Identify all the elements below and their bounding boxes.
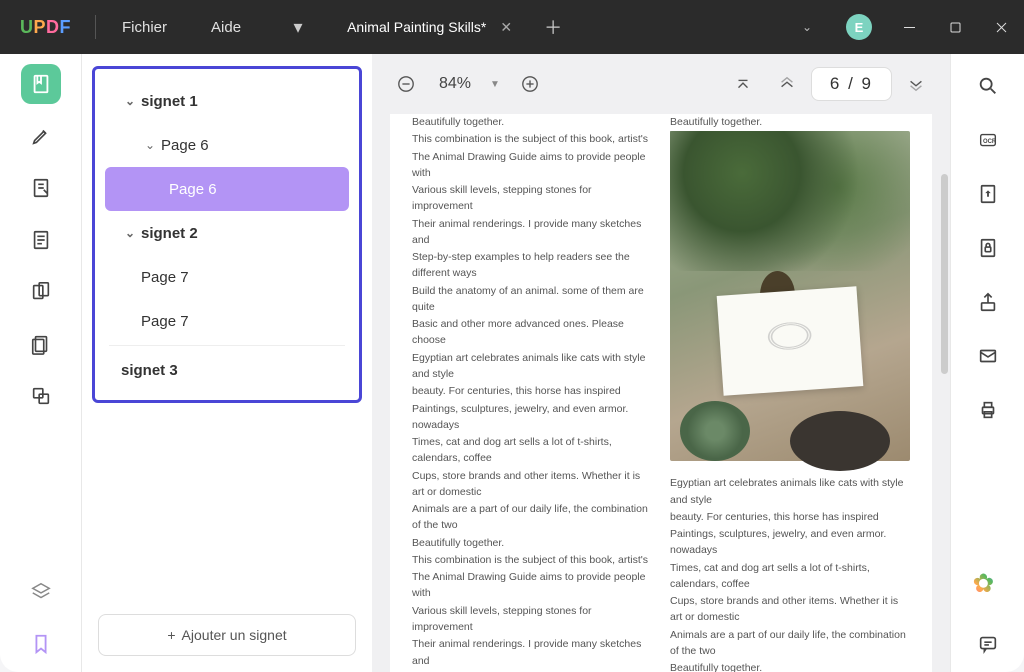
zoom-value[interactable]: 84% [430,75,480,93]
document-viewport: 84% ▼ 6 / 9 Beautifully together.This co… [372,54,950,672]
chevron-down-icon[interactable]: ⌄ [121,94,139,108]
view-toolbar: 84% ▼ 6 / 9 [372,54,950,114]
updf-flower-icon[interactable] [973,568,1003,598]
tab-title: Animal Painting Skills* [347,19,486,35]
scrollbar[interactable] [941,174,948,374]
zoom-dropdown-icon[interactable]: ▼ [484,79,506,90]
highlighter-icon[interactable] [21,116,61,156]
comment-icon[interactable] [970,626,1006,662]
search-icon[interactable] [970,68,1006,104]
zoom-out-button[interactable] [386,64,426,104]
bookmarks-panel-icon[interactable] [21,64,61,104]
zoom-in-button[interactable] [510,64,550,104]
protect-icon[interactable] [970,230,1006,266]
first-page-button[interactable] [723,64,763,104]
minimize-button[interactable] [886,0,932,54]
divider [109,345,345,346]
titlebar: UPDF Fichier Aide ▾ Animal Painting Skil… [0,0,1024,54]
add-bookmark-button[interactable]: +Ajouter un signet [98,614,356,656]
share-icon[interactable] [970,284,1006,320]
bookmark-signet-3[interactable]: signet 3 [99,348,355,392]
close-window-button[interactable] [978,0,1024,54]
next-page-button[interactable] [896,64,936,104]
edit-page-icon[interactable] [21,168,61,208]
svg-text:OCR: OCR [982,139,996,145]
embedded-photo [670,131,910,461]
tab-active[interactable]: Animal Painting Skills* ✕ [325,0,526,54]
ocr-icon[interactable]: OCR [970,122,1006,158]
tab-prev-placeholder[interactable]: ▾ [271,0,325,54]
menu-file[interactable]: Fichier [100,0,189,54]
bookmarks-sidebar: ⌄signet 1 ⌄Page 6 Page 6 ⌄signet 2 Page … [82,54,372,672]
tab-overflow-icon[interactable]: ⌄ [782,20,832,34]
layers-icon[interactable] [21,572,61,612]
divider [95,15,96,39]
bookmark-signet-2[interactable]: ⌄signet 2 [99,211,355,255]
crop-icon[interactable] [21,324,61,364]
right-tool-rail: OCR [950,54,1024,672]
left-tool-rail [0,54,82,672]
form-icon[interactable] [21,220,61,260]
bookmark-ribbon-icon[interactable] [21,624,61,664]
bookmark-signet-1[interactable]: ⌄signet 1 [99,79,355,123]
bookmark-tree: ⌄signet 1 ⌄Page 6 Page 6 ⌄signet 2 Page … [92,66,362,403]
maximize-button[interactable] [932,0,978,54]
compare-icon[interactable] [21,376,61,416]
bookmark-page-7b[interactable]: Page 7 [99,299,355,343]
bookmark-page-6-parent[interactable]: ⌄Page 6 [99,123,355,167]
export-icon[interactable] [970,176,1006,212]
chevron-down-icon[interactable]: ⌄ [121,226,139,240]
new-tab-button[interactable]: ＋ [526,0,580,54]
print-icon[interactable] [970,392,1006,428]
prev-page-button[interactable] [767,64,807,104]
plus-icon: + [167,627,175,643]
bookmark-page-7a[interactable]: Page 7 [99,255,355,299]
app-logo: UPDF [0,17,91,38]
organize-pages-icon[interactable] [21,272,61,312]
menu-help[interactable]: Aide [189,0,263,54]
chevron-down-icon[interactable]: ⌄ [141,138,159,152]
close-tab-icon[interactable]: ✕ [500,19,512,36]
bookmark-page-6-selected[interactable]: Page 6 [105,167,349,211]
user-avatar[interactable]: E [846,14,872,40]
text-column-right: Beautifully together. Egyptian art celeb… [670,114,910,654]
page-number-input[interactable]: 6 / 9 [811,67,892,101]
pdf-page: Beautifully together.This combination is… [390,114,932,672]
page-scroll-area[interactable]: Beautifully together.This combination is… [372,114,950,672]
email-icon[interactable] [970,338,1006,374]
text-column-left: Beautifully together.This combination is… [412,114,650,654]
